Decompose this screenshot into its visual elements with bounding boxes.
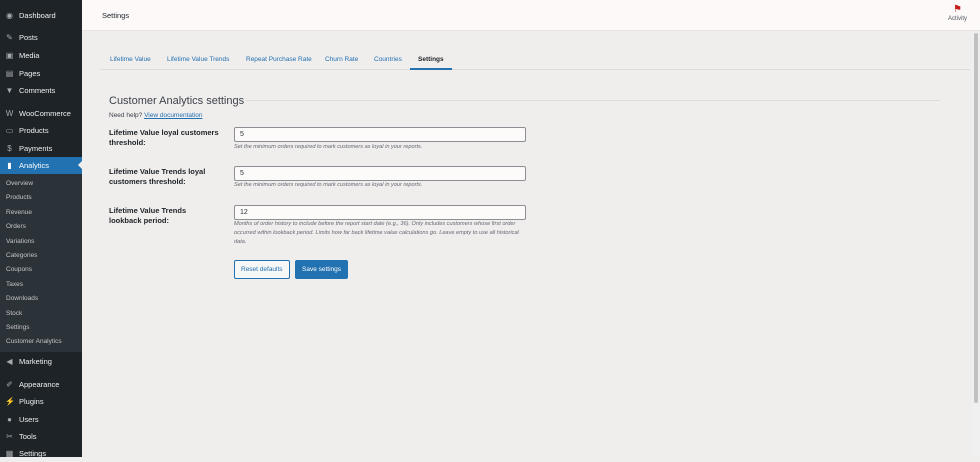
sidebar-item-users[interactable]: ● Users <box>0 411 82 428</box>
products-icon: ▭ <box>5 126 14 135</box>
sidebar-item-label: Marketing <box>19 357 52 366</box>
submenu-item[interactable]: Settings <box>6 324 30 331</box>
sidebar-item-appearance[interactable]: ✐ Appearance <box>0 376 82 393</box>
tab-countries[interactable]: Countries <box>374 56 402 63</box>
sidebar-item-marketing[interactable]: ◀ Marketing <box>0 353 82 370</box>
plugin-icon: ⚡ <box>5 397 15 406</box>
payments-icon: $ <box>7 144 12 153</box>
dashboard-icon: ◉ <box>6 11 13 20</box>
loyal-threshold-input[interactable] <box>234 127 526 142</box>
sidebar-item-label: Dashboard <box>19 11 56 20</box>
comment-icon: ▼ <box>5 86 14 95</box>
tab-settings[interactable]: Settings <box>410 56 452 70</box>
submenu-item[interactable]: Products <box>6 194 32 201</box>
media-icon: ▣ <box>5 51 14 60</box>
save-settings-button[interactable]: Save settings <box>295 260 349 279</box>
sidebar-item-label: Posts <box>19 33 38 42</box>
sidebar-item-media[interactable]: ▣ Media <box>0 47 82 64</box>
tab-repeat-purchase-rate[interactable]: Repeat Purchase Rate <box>246 56 312 63</box>
sidebar-item-label: Payments <box>19 144 53 153</box>
trends-loyal-threshold-input[interactable] <box>234 166 526 181</box>
sidebar-item-label: Products <box>19 126 49 135</box>
sidebar-item-label: Tools <box>19 432 37 441</box>
submenu-item[interactable]: Downloads <box>6 295 38 302</box>
help-label: Need help? <box>109 112 143 119</box>
tab-lifetime-value[interactable]: Lifetime Value <box>110 56 151 63</box>
sidebar-item-tools[interactable]: ✂ Tools <box>0 428 82 445</box>
users-icon: ● <box>7 415 12 424</box>
sidebar-item-payments[interactable]: $ Payments <box>0 140 82 157</box>
submenu-item[interactable]: Taxes <box>6 281 23 288</box>
tab-churn-rate[interactable]: Churn Rate <box>325 56 358 63</box>
submenu-item[interactable]: Customer Analytics <box>6 338 62 345</box>
sidebar-item-label: Plugins <box>19 397 44 406</box>
page-header: Settings ⚑ Activity <box>82 0 980 31</box>
view-documentation-link[interactable]: View documentation <box>144 112 202 119</box>
pin-icon: ✎ <box>6 33 13 42</box>
pages-icon: ▤ <box>5 69 14 78</box>
sidebar-item-analytics[interactable]: ▮ Analytics <box>0 157 82 174</box>
megaphone-icon: ◀ <box>6 357 13 366</box>
submenu-item[interactable]: Orders <box>6 223 26 230</box>
activity-label: Activity <box>947 16 967 22</box>
field-description: Set the minimum orders required to mark … <box>234 144 423 150</box>
submenu-item[interactable]: Categories <box>6 252 37 259</box>
sidebar-item-label: Comments <box>19 86 56 95</box>
help-text: Need help? View documentation <box>109 112 202 119</box>
analytics-icon: ▮ <box>7 161 12 170</box>
sidebar-item-dashboard[interactable]: ◉ Dashboard <box>0 7 82 24</box>
sidebar-item-label: Pages <box>19 69 41 78</box>
woo-icon: W <box>5 109 14 118</box>
sidebar-item-label: Users <box>19 415 39 424</box>
analytics-submenu: Overview Products Revenue Orders Variations C… <box>0 174 82 352</box>
activity-button[interactable]: ⚑ Activity <box>948 4 967 22</box>
field-label: Lifetime Value Trends lookback period: <box>109 206 187 225</box>
sidebar-item-settings[interactable]: ▦ Settings <box>0 445 82 462</box>
scrollbar[interactable] <box>972 31 980 457</box>
sidebar-item-products[interactable]: ▭ Products <box>0 122 82 139</box>
divider <box>246 100 940 101</box>
lookback-period-input[interactable] <box>234 205 526 220</box>
settings-heading: Customer Analytics settings <box>109 95 245 107</box>
submenu-item[interactable]: Stock <box>6 310 22 317</box>
field-description: Months of order history to include befor… <box>234 221 519 245</box>
sidebar-item-plugins[interactable]: ⚡ Plugins <box>0 393 82 410</box>
submenu-item[interactable]: Revenue <box>6 209 32 216</box>
report-tabs: Lifetime Value Lifetime Value Trends Repea… <box>100 52 970 70</box>
sidebar-item-label: Media <box>19 51 40 60</box>
sidebar-item-label: Appearance <box>19 380 60 389</box>
submenu-item[interactable]: Variations <box>6 238 34 245</box>
page-title: Settings <box>102 11 130 20</box>
brush-icon: ✐ <box>6 380 13 389</box>
tab-lifetime-value-trends[interactable]: Lifetime Value Trends <box>167 56 229 63</box>
field-description: Set the minimum orders required to mark … <box>234 182 423 188</box>
wrench-icon: ✂ <box>6 432 13 441</box>
sidebar-item-label: WooCommerce <box>19 109 71 118</box>
sidebar-item-comments[interactable]: ▼ Comments <box>0 82 82 99</box>
sidebar-item-woocommerce[interactable]: W WooCommerce <box>0 105 82 122</box>
sidebar-item-posts[interactable]: ✎ Posts <box>0 29 82 46</box>
field-label: Lifetime Value loyal customers threshold… <box>109 128 219 147</box>
flag-icon: ⚑ <box>953 4 962 15</box>
sidebar-item-label: Analytics <box>19 161 50 170</box>
field-label: Lifetime Value Trends loyal customers th… <box>109 167 206 186</box>
sidebar-item-pages[interactable]: ▤ Pages <box>0 65 82 82</box>
reset-defaults-button[interactable]: Reset defaults <box>234 260 290 279</box>
submenu-item[interactable]: Coupons <box>6 266 32 273</box>
submenu-item[interactable]: Overview <box>6 180 33 187</box>
scrollbar-thumb[interactable] <box>974 33 978 403</box>
